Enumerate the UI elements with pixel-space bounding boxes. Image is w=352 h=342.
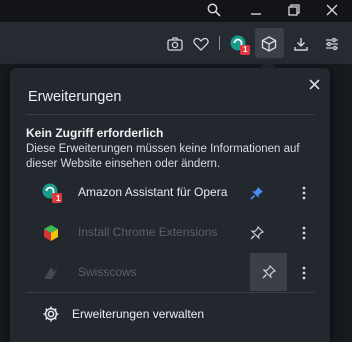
manage-extensions-label: Erweiterungen verwalten xyxy=(72,307,205,321)
settings-sliders-icon xyxy=(326,37,338,51)
more-options-button[interactable] xyxy=(294,222,314,244)
camera-icon xyxy=(167,37,183,51)
extension-row[interactable]: 1 Amazon Assistant für Opera xyxy=(28,175,318,211)
kebab-menu-icon xyxy=(302,226,306,240)
title-bar xyxy=(0,0,352,22)
popup-title: Erweiterungen xyxy=(28,89,122,105)
extension-row[interactable]: Swisscows xyxy=(28,253,318,291)
extension-name: Amazon Assistant für Opera xyxy=(78,185,228,199)
restore-icon xyxy=(288,4,300,16)
kebab-menu-icon xyxy=(302,266,306,280)
extension-name: Swisscows xyxy=(78,265,137,279)
close-window-button[interactable] xyxy=(314,0,350,20)
heart-icon xyxy=(193,37,209,51)
pin-button[interactable] xyxy=(250,253,287,291)
pin-button[interactable] xyxy=(246,222,268,244)
close-icon xyxy=(326,4,338,16)
easy-setup-button[interactable] xyxy=(322,34,342,54)
extensions-popup: Erweiterungen Kein Zugriff erforderlich … xyxy=(10,68,330,342)
amazon-badge-count: 1 xyxy=(243,45,248,54)
extensions-button[interactable] xyxy=(259,34,279,54)
section-description: Diese Erweiterungen müssen keine Informa… xyxy=(26,143,300,170)
popup-close-button[interactable] xyxy=(306,76,322,92)
extension-row[interactable]: Install Chrome Extensions xyxy=(28,215,318,251)
minimize-icon xyxy=(251,13,261,15)
extension-name: Install Chrome Extensions xyxy=(78,225,218,239)
my-flow-button[interactable] xyxy=(191,34,211,54)
divider xyxy=(26,114,314,115)
restore-button[interactable] xyxy=(276,0,312,20)
snapshot-button[interactable] xyxy=(165,34,185,54)
downloads-button[interactable] xyxy=(291,34,311,54)
toolbar-separator xyxy=(219,36,220,50)
more-options-button[interactable] xyxy=(294,262,314,284)
gear-icon xyxy=(42,305,60,323)
download-icon xyxy=(294,38,308,51)
pin-icon xyxy=(250,187,263,200)
close-icon xyxy=(308,78,320,90)
more-options-button[interactable] xyxy=(294,182,314,204)
amazon-assistant-button[interactable]: 1 xyxy=(228,33,252,57)
search-icon xyxy=(207,3,221,17)
extension-badge-count: 1 xyxy=(56,194,61,203)
manage-extensions-link[interactable]: Erweiterungen verwalten xyxy=(28,302,318,326)
search-tabs-button[interactable] xyxy=(196,0,232,20)
amazon-assistant-icon xyxy=(230,35,250,55)
pin-outline-icon xyxy=(250,226,264,240)
section-heading: Kein Zugriff erforderlich xyxy=(26,126,164,140)
cube-icon xyxy=(261,36,277,52)
swisscows-icon xyxy=(42,264,60,282)
amazon-assistant-icon: 1 xyxy=(42,183,62,203)
divider xyxy=(26,292,314,293)
minimize-button[interactable] xyxy=(238,0,274,20)
install-chrome-extensions-icon xyxy=(42,224,60,242)
pin-outline-icon xyxy=(261,265,276,279)
pin-button[interactable] xyxy=(246,182,268,204)
kebab-menu-icon xyxy=(302,186,306,200)
